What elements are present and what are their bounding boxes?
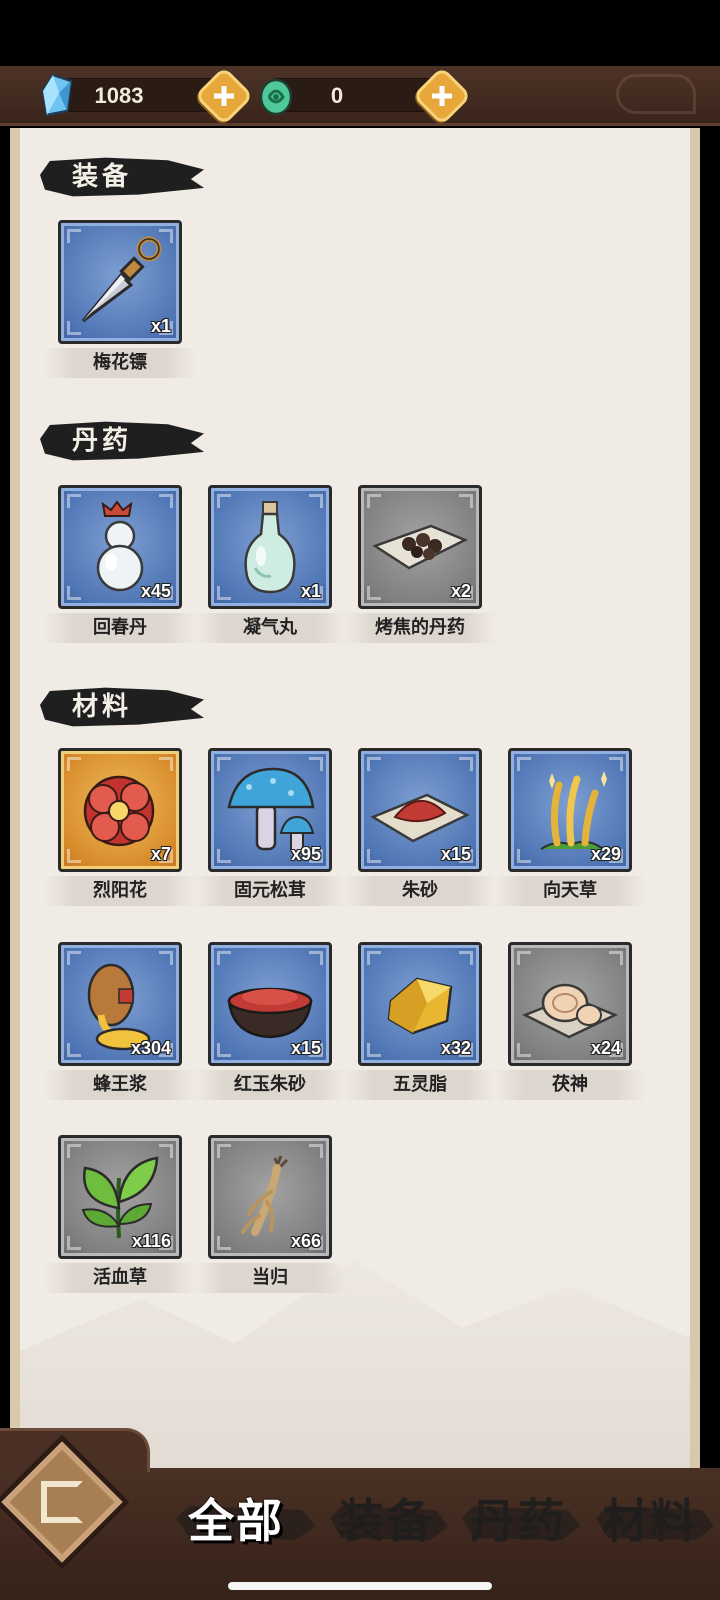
item-count: x304 bbox=[130, 1038, 171, 1058]
tab-pills[interactable]: 丹药 bbox=[470, 1486, 566, 1556]
crystal-currency: 1083 bbox=[41, 66, 254, 126]
tab-materials[interactable]: 材料 bbox=[602, 1486, 698, 1556]
item-name: 红玉朱砂 bbox=[234, 1074, 306, 1095]
item-name: 回春丹 bbox=[93, 617, 147, 638]
item-slot[interactable]: x95 bbox=[208, 748, 332, 872]
item-slot[interactable]: x1 bbox=[58, 220, 182, 344]
add-jade-button[interactable] bbox=[412, 66, 472, 126]
section-title-pills: 丹药 bbox=[72, 426, 133, 456]
item-slot[interactable]: x45 bbox=[58, 485, 182, 609]
inventory-item[interactable]: x15 朱砂 bbox=[344, 748, 496, 908]
section-title-materials: 材料 bbox=[72, 692, 133, 722]
inventory-item[interactable]: x1 梅花镖 bbox=[44, 220, 196, 380]
item-name: 当归 bbox=[252, 1267, 288, 1288]
tab-all[interactable]: 全部 bbox=[188, 1486, 284, 1556]
item-slot[interactable]: x7 bbox=[58, 748, 182, 872]
item-count: x66 bbox=[290, 1231, 321, 1251]
item-name: 向天草 bbox=[543, 880, 597, 901]
item-name: 蜂王浆 bbox=[93, 1074, 147, 1095]
item-slot[interactable]: x32 bbox=[358, 942, 482, 1066]
item-name: 梅花镖 bbox=[93, 352, 147, 373]
item-slot[interactable]: x24 bbox=[508, 942, 632, 1066]
item-count: x1 bbox=[300, 581, 321, 601]
inventory-item[interactable]: x66 当归 bbox=[194, 1135, 346, 1295]
item-slot[interactable]: x304 bbox=[58, 942, 182, 1066]
item-slot[interactable]: x1 bbox=[208, 485, 332, 609]
item-name: 茯神 bbox=[552, 1074, 588, 1095]
inventory-item[interactable]: x1 凝气丸 bbox=[194, 485, 346, 645]
inventory-item[interactable]: x2 烤焦的丹药 bbox=[344, 485, 496, 645]
item-count: x45 bbox=[140, 581, 171, 601]
add-crystal-button[interactable] bbox=[194, 66, 254, 126]
item-name: 五灵脂 bbox=[393, 1074, 447, 1095]
item-slot[interactable]: x66 bbox=[208, 1135, 332, 1259]
inventory-item[interactable]: x95 固元松茸 bbox=[194, 748, 346, 908]
gesture-home-indicator[interactable] bbox=[228, 1582, 492, 1590]
item-count: x32 bbox=[440, 1038, 471, 1058]
cloud-swirl-decoration bbox=[616, 74, 696, 114]
item-count: x116 bbox=[131, 1231, 171, 1251]
item-slot[interactable]: x116 bbox=[58, 1135, 182, 1259]
item-count: x7 bbox=[150, 844, 171, 864]
item-slot[interactable]: x15 bbox=[358, 748, 482, 872]
crystal-amount: 1083 bbox=[94, 83, 144, 108]
inventory-item[interactable]: x15 红玉朱砂 bbox=[194, 942, 346, 1102]
section-title-equipment: 装备 bbox=[72, 162, 133, 192]
item-count: x15 bbox=[440, 844, 471, 864]
item-name: 活血草 bbox=[93, 1267, 147, 1288]
inventory-item[interactable]: x116 活血草 bbox=[44, 1135, 196, 1295]
bottom-tab-bar: 全部 装备 丹药 材料 bbox=[0, 1428, 720, 1600]
item-name: 凝气丸 bbox=[243, 617, 297, 638]
item-slot[interactable]: x2 bbox=[358, 485, 482, 609]
item-name: 烈阳花 bbox=[93, 880, 147, 901]
inventory-item[interactable]: x32 五灵脂 bbox=[344, 942, 496, 1102]
item-count: x2 bbox=[450, 581, 471, 601]
tab-equipment[interactable]: 装备 bbox=[338, 1486, 434, 1556]
inventory-item[interactable]: x45 回春丹 bbox=[44, 485, 196, 645]
item-slot[interactable]: x29 bbox=[508, 748, 632, 872]
item-name: 朱砂 bbox=[402, 880, 438, 901]
inventory-item[interactable]: x24 茯神 bbox=[494, 942, 646, 1102]
item-count: x29 bbox=[590, 844, 621, 864]
item-slot[interactable]: x15 bbox=[208, 942, 332, 1066]
item-count: x24 bbox=[590, 1038, 621, 1058]
jade-currency: 0 bbox=[259, 66, 472, 126]
currency-bar: 1083 0 bbox=[0, 66, 720, 126]
item-count: x15 bbox=[290, 1038, 321, 1058]
jade-amount: 0 bbox=[330, 83, 344, 108]
inventory-item[interactable]: x29 向天草 bbox=[494, 748, 646, 908]
item-count: x95 bbox=[290, 844, 321, 864]
item-name: 烤焦的丹药 bbox=[375, 617, 465, 638]
inventory-item[interactable]: x304 蜂王浆 bbox=[44, 942, 196, 1102]
inventory-item[interactable]: x7 烈阳花 bbox=[44, 748, 196, 908]
status-bar bbox=[0, 0, 720, 66]
item-count: x1 bbox=[150, 316, 171, 336]
item-name: 固元松茸 bbox=[234, 880, 306, 901]
home-emblem-icon bbox=[41, 1481, 83, 1523]
